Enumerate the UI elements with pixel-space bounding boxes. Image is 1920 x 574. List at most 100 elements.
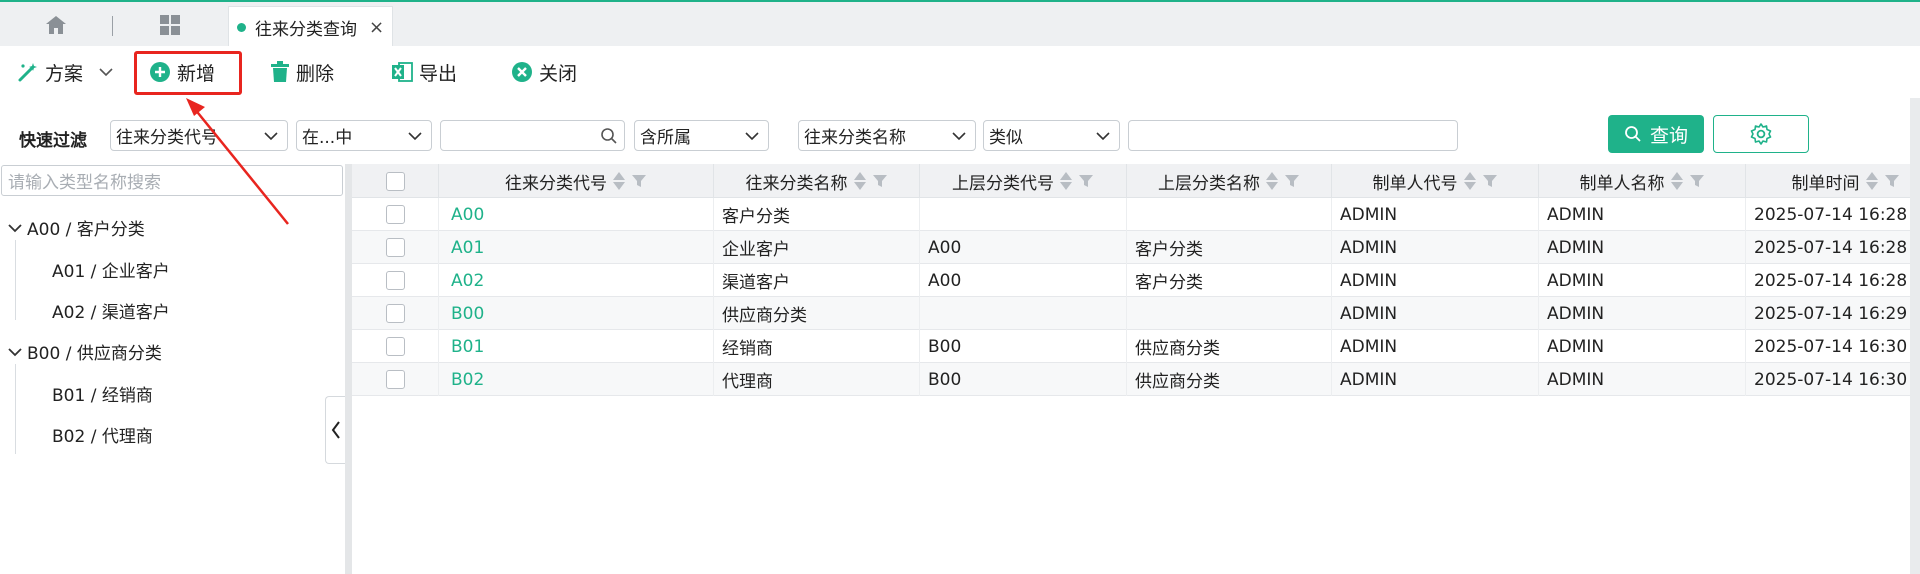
select-all-checkbox[interactable] [385, 171, 405, 191]
cell-parent-name: 客户分类 [1127, 264, 1332, 297]
excel-export-icon [392, 62, 413, 82]
tree-search-input[interactable]: 请输入类型名称搜索 [1, 165, 343, 196]
toolbar: 方案 新增 删除 导出 关闭 [0, 46, 1920, 98]
column-header-parent-code[interactable]: 上层分类代号 [920, 164, 1127, 198]
cell-code[interactable]: B01 [439, 330, 714, 363]
filter-value-input[interactable] [440, 120, 625, 151]
cell-parent-name [1127, 198, 1332, 231]
filter-value2-input[interactable] [1128, 120, 1458, 151]
tree-node-b02[interactable]: B02 / 代理商 [52, 422, 153, 447]
settings-button[interactable] [1713, 115, 1809, 153]
cell-code[interactable]: B02 [439, 363, 714, 396]
chevron-down-icon [745, 132, 759, 141]
close-label: 关闭 [539, 62, 578, 85]
tree-node-label: A00 / 客户分类 [27, 220, 145, 240]
collapse-panel-button[interactable] [325, 396, 345, 464]
table-row[interactable]: A02 渠道客户 A00 客户分类 ADMIN ADMIN 2025-07-14 16:28 [352, 264, 1920, 297]
table-row[interactable]: A01 企业客户 A00 客户分类 ADMIN ADMIN 2025-07-14 16:28 [352, 231, 1920, 264]
scope-select[interactable]: 含所属 [634, 120, 769, 151]
row-checkbox[interactable] [385, 304, 405, 323]
sort-icon[interactable] [613, 172, 625, 190]
filter-funnel-icon[interactable] [1884, 173, 1900, 189]
column-header-code[interactable]: 往来分类代号 [439, 164, 714, 198]
filter-funnel-icon[interactable] [872, 173, 888, 189]
grid-icon[interactable] [157, 13, 183, 37]
tab-partner-category-query[interactable]: 往来分类查询 × [228, 6, 393, 48]
filter-funnel-icon[interactable] [631, 173, 647, 189]
tree-node-b01[interactable]: B01 / 经销商 [52, 381, 153, 406]
search-icon [1625, 126, 1641, 142]
filter-operator-select[interactable]: 在...中 [296, 120, 432, 151]
sort-icon[interactable] [1670, 172, 1683, 190]
vertical-scrollbar[interactable] [1910, 98, 1920, 574]
sort-icon[interactable] [1266, 172, 1278, 190]
tree-node-b00[interactable]: B00 / 供应商分类 [8, 339, 162, 364]
plan-button[interactable]: 方案 [17, 58, 113, 86]
row-checkbox[interactable] [385, 205, 405, 224]
tree-node-a00[interactable]: A00 / 客户分类 [8, 215, 145, 240]
query-button[interactable]: 查询 [1608, 115, 1704, 153]
search-icon [601, 128, 617, 144]
close-button[interactable]: 关闭 [511, 58, 577, 86]
data-grid: 往来分类代号 往来分类名称 上层分类代号 上层分类名称 制单人代号 制单人名称 制单时间 A… [352, 164, 1920, 574]
cell-code[interactable]: A02 [439, 264, 714, 297]
row-checkbox[interactable] [385, 370, 405, 389]
cell-creator-name: ADMIN [1539, 330, 1746, 363]
home-icon[interactable] [43, 13, 69, 37]
close-tab-icon[interactable]: × [369, 17, 384, 38]
cell-create-time: 2025-07-14 16:30 [1746, 330, 1920, 363]
tree-node-label: B00 / 供应商分类 [27, 344, 162, 364]
filter-operator2-value: 类似 [989, 128, 1023, 148]
filter-field-value: 往来分类代号 [116, 128, 218, 148]
column-header-creator-code[interactable]: 制单人代号 [1332, 164, 1539, 198]
cell-create-time: 2025-07-14 16:28 [1746, 198, 1920, 231]
cell-code[interactable]: B00 [439, 297, 714, 330]
column-header-creator-name[interactable]: 制单人名称 [1539, 164, 1746, 198]
chevron-down-icon [952, 132, 966, 141]
cell-name: 代理商 [714, 363, 920, 396]
table-row[interactable]: B02 代理商 B00 供应商分类 ADMIN ADMIN 2025-07-14 16:30 [352, 363, 1920, 396]
table-row[interactable]: B01 经销商 B00 供应商分类 ADMIN ADMIN 2025-07-14 16:30 [352, 330, 1920, 363]
cell-creator-name: ADMIN [1539, 231, 1746, 264]
cell-creator-code: ADMIN [1332, 297, 1539, 330]
filter-funnel-icon[interactable] [1689, 173, 1705, 189]
query-label: 查询 [1649, 124, 1688, 147]
cell-creator-name: ADMIN [1539, 363, 1746, 396]
cell-parent-code: A00 [920, 264, 1127, 297]
filter-operator2-select[interactable]: 类似 [983, 120, 1120, 151]
filter-funnel-icon[interactable] [1482, 173, 1498, 189]
delete-button[interactable]: 删除 [270, 58, 334, 86]
export-button[interactable]: 导出 [391, 58, 457, 86]
cell-creator-name: ADMIN [1539, 198, 1746, 231]
column-header-name[interactable]: 往来分类名称 [714, 164, 920, 198]
filter-funnel-icon[interactable] [1078, 173, 1094, 189]
chevron-down-icon [1096, 132, 1110, 141]
cell-code[interactable]: A00 [439, 198, 714, 231]
column-header-label: 制单人名称 [1579, 173, 1665, 194]
tree-search-placeholder: 请输入类型名称搜索 [8, 173, 161, 193]
chevron-down-icon [264, 132, 278, 141]
table-row[interactable]: A00 客户分类 ADMIN ADMIN 2025-07-14 16:28 [352, 198, 1920, 231]
sort-icon[interactable] [1865, 172, 1878, 190]
row-checkbox[interactable] [385, 238, 405, 257]
column-header-create-time[interactable]: 制单时间 [1746, 164, 1920, 198]
tree-guide-line [15, 364, 16, 454]
row-checkbox-cell [352, 264, 439, 297]
panel-splitter[interactable] [345, 164, 352, 574]
column-header-label: 制单时间 [1791, 173, 1860, 194]
filter-funnel-icon[interactable] [1284, 173, 1300, 189]
filter-field-select[interactable]: 往来分类代号 [110, 120, 288, 151]
sort-icon[interactable] [1463, 172, 1476, 190]
sort-icon[interactable] [853, 172, 866, 190]
tree-node-a01[interactable]: A01 / 企业客户 [52, 257, 170, 282]
row-checkbox[interactable] [385, 271, 405, 290]
sort-icon[interactable] [1060, 172, 1072, 190]
cell-code[interactable]: A01 [439, 231, 714, 264]
row-checkbox-cell [352, 198, 439, 231]
tree-node-a02[interactable]: A02 / 渠道客户 [52, 298, 170, 323]
column-header-parent-name[interactable]: 上层分类名称 [1127, 164, 1332, 198]
tree-node-label: A02 / 渠道客户 [52, 303, 170, 323]
table-row[interactable]: B00 供应商分类 ADMIN ADMIN 2025-07-14 16:29 [352, 297, 1920, 330]
filter-field2-select[interactable]: 往来分类名称 [798, 120, 976, 151]
row-checkbox[interactable] [385, 337, 405, 356]
